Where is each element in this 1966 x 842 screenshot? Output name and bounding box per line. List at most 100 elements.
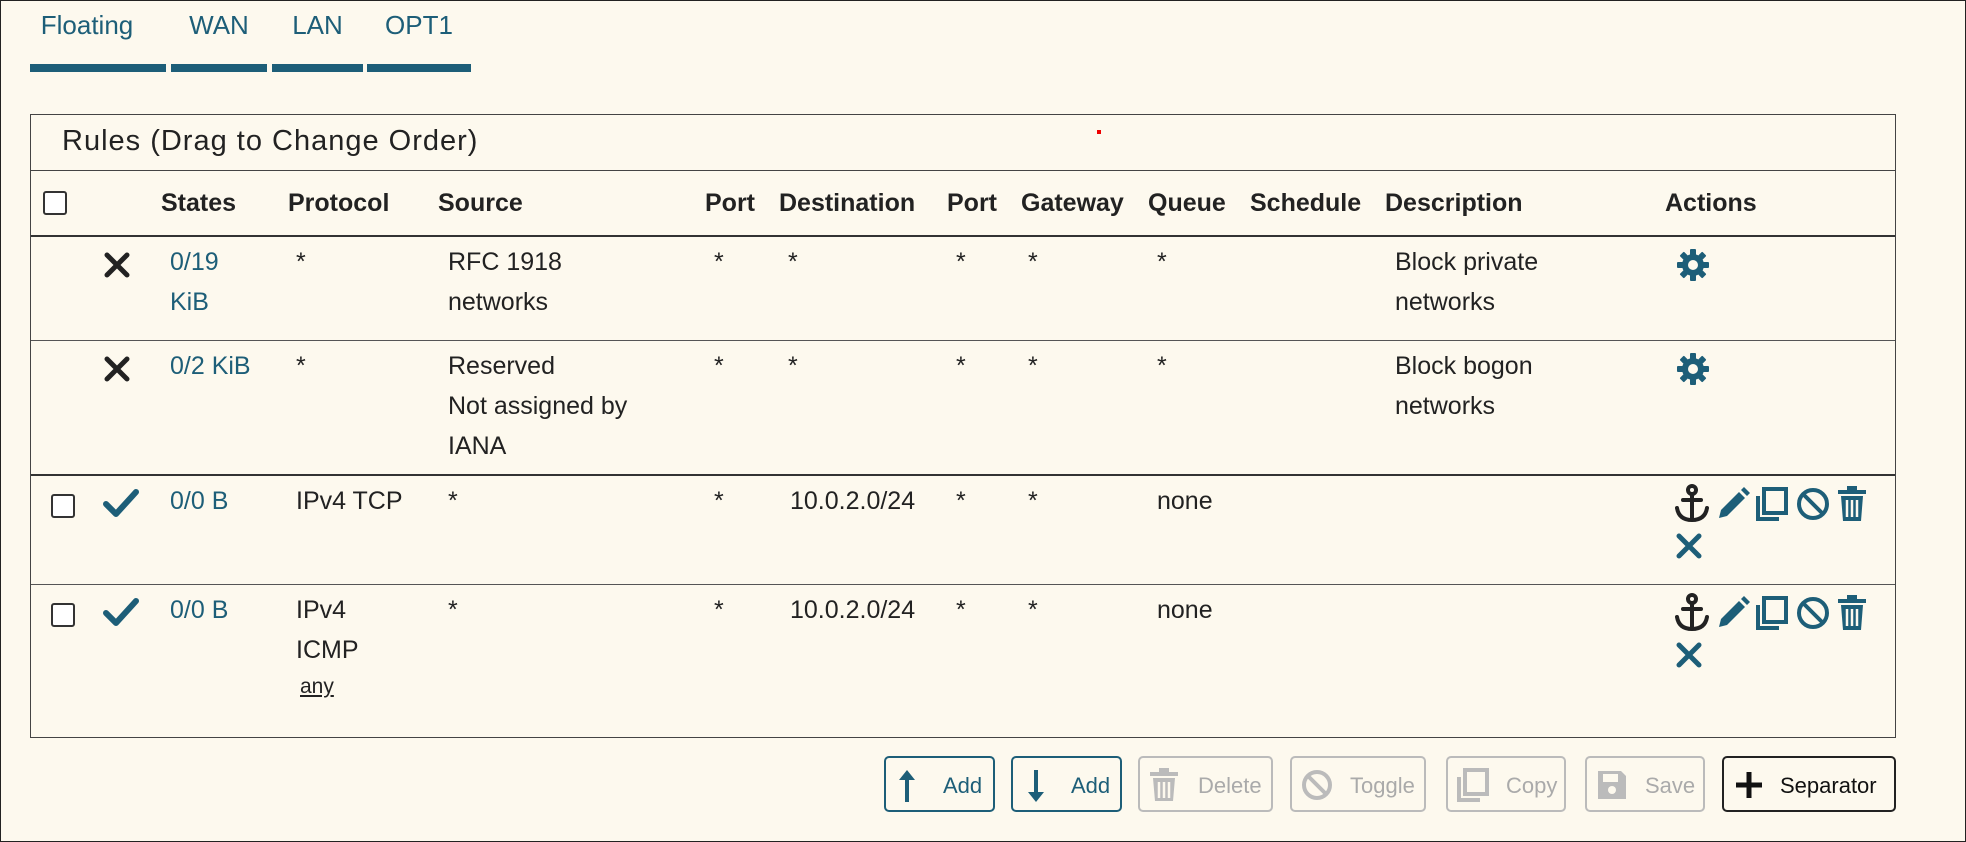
button-label: Save xyxy=(1645,773,1696,798)
anchor-icon[interactable] xyxy=(1673,484,1711,524)
source: networks xyxy=(448,288,549,316)
col-gateway[interactable]: Gateway xyxy=(1021,189,1124,218)
trash-icon xyxy=(1148,768,1180,808)
states-link[interactable]: 0/0 B xyxy=(170,481,228,521)
block-x-icon xyxy=(103,355,131,383)
col-protocol[interactable]: Protocol xyxy=(288,189,389,218)
delete-x-icon[interactable] xyxy=(1674,531,1704,561)
states-link[interactable]: 0/19 xyxy=(170,242,219,282)
copy-icon[interactable] xyxy=(1755,595,1789,631)
col-port[interactable]: Port xyxy=(947,189,997,218)
panel-title: Rules (Drag to Change Order) xyxy=(62,125,479,157)
icmp-type-link[interactable]: any xyxy=(300,667,334,707)
source: RFC 1918 xyxy=(448,248,562,276)
delete-x-icon[interactable] xyxy=(1674,640,1704,670)
button-label: Add xyxy=(943,773,983,798)
tab-opt1[interactable]: OPT1 xyxy=(367,0,471,74)
tab-floating[interactable]: Floating xyxy=(30,0,166,74)
toggle-button[interactable]: Toggle xyxy=(1290,756,1426,812)
description: networks xyxy=(1395,392,1496,420)
queue: none xyxy=(1157,487,1213,515)
states-link[interactable]: 0/2 KiB xyxy=(170,346,251,386)
add-separator-button[interactable]: Separator xyxy=(1722,756,1896,812)
gear-icon[interactable] xyxy=(1675,247,1711,283)
gateway: * xyxy=(1028,248,1038,276)
col-port[interactable]: Port xyxy=(705,189,755,218)
pass-check-icon xyxy=(103,597,139,627)
col-queue[interactable]: Queue xyxy=(1148,189,1226,218)
anchor-icon[interactable] xyxy=(1673,593,1711,633)
disable-icon[interactable] xyxy=(1795,486,1831,522)
source: * xyxy=(448,596,458,624)
tab-label: OPT1 xyxy=(385,10,453,40)
destination: 10.0.2.0/24 xyxy=(790,487,916,515)
col-source[interactable]: Source xyxy=(438,189,523,218)
table-row[interactable]: 0/0 B IPv4 ICMP any * * 10.0.2.0/24 * * … xyxy=(31,585,1895,735)
port: * xyxy=(714,352,724,380)
queue: * xyxy=(1157,352,1167,380)
add-bottom-button[interactable]: Add xyxy=(1011,756,1122,812)
protocol: IPv4 TCP xyxy=(296,487,403,515)
queue: none xyxy=(1157,596,1213,624)
copy-button[interactable]: Copy xyxy=(1446,756,1566,812)
marker-dot xyxy=(1097,130,1101,134)
rules-panel: Rules (Drag to Change Order) States Prot… xyxy=(30,114,1896,738)
port: * xyxy=(714,248,724,276)
arrow-up-icon xyxy=(894,768,920,810)
trash-icon[interactable] xyxy=(1835,594,1869,632)
port: * xyxy=(956,487,966,515)
arrow-down-icon xyxy=(1023,768,1049,810)
tab-label: Floating xyxy=(40,10,134,40)
source: Not assigned by xyxy=(448,392,628,420)
protocol: ICMP xyxy=(296,636,359,664)
delete-button[interactable]: Delete xyxy=(1138,756,1273,812)
panel-heading: Rules (Drag to Change Order) xyxy=(31,115,1895,171)
tab-underline xyxy=(272,64,363,72)
col-destination[interactable]: Destination xyxy=(779,189,915,218)
queue: * xyxy=(1157,248,1167,276)
button-label: Separator xyxy=(1780,773,1877,798)
table-row[interactable]: 0/19 KiB * RFC 1918 networks * * * * * B… xyxy=(31,237,1895,341)
block-x-icon xyxy=(103,251,131,279)
states-link[interactable]: KiB xyxy=(170,282,209,322)
tab-lan[interactable]: LAN xyxy=(272,0,363,74)
add-top-button[interactable]: Add xyxy=(884,756,995,812)
destination: 10.0.2.0/24 xyxy=(790,596,916,624)
source: IANA xyxy=(448,432,507,460)
pencil-icon[interactable] xyxy=(1715,486,1751,522)
trash-icon[interactable] xyxy=(1835,485,1869,523)
button-label: Copy xyxy=(1506,773,1558,798)
description: Block bogon xyxy=(1395,352,1533,380)
col-states[interactable]: States xyxy=(161,189,236,218)
copy-icon xyxy=(1456,768,1490,808)
col-actions: Actions xyxy=(1665,189,1757,217)
gear-icon[interactable] xyxy=(1675,351,1711,387)
tab-label: LAN xyxy=(292,10,343,40)
row-checkbox[interactable] xyxy=(51,494,75,518)
source: * xyxy=(448,487,458,515)
destination: * xyxy=(788,352,798,380)
protocol: * xyxy=(296,248,306,276)
gateway: * xyxy=(1028,352,1038,380)
destination: * xyxy=(788,248,798,276)
pencil-icon[interactable] xyxy=(1715,595,1751,631)
tab-wan[interactable]: WAN xyxy=(171,0,267,74)
button-label: Add xyxy=(1071,773,1111,798)
col-description[interactable]: Description xyxy=(1385,189,1523,218)
source: Reserved xyxy=(448,352,555,380)
row-checkbox[interactable] xyxy=(51,603,75,627)
copy-icon[interactable] xyxy=(1755,486,1789,522)
table-row[interactable]: 0/2 KiB * Reserved Not assigned by IANA … xyxy=(31,341,1895,476)
col-schedule[interactable]: Schedule xyxy=(1250,189,1361,218)
description: networks xyxy=(1395,288,1496,316)
save-button[interactable]: Save xyxy=(1585,756,1705,812)
port: * xyxy=(956,596,966,624)
states-link[interactable]: 0/0 B xyxy=(170,590,228,630)
port: * xyxy=(714,596,724,624)
pass-check-icon xyxy=(103,488,139,518)
table-row[interactable]: 0/0 B IPv4 TCP * * 10.0.2.0/24 * * none xyxy=(31,476,1895,585)
disable-icon[interactable] xyxy=(1795,595,1831,631)
tab-underline xyxy=(30,64,166,72)
port: * xyxy=(714,487,724,515)
select-all-checkbox[interactable] xyxy=(43,191,67,215)
